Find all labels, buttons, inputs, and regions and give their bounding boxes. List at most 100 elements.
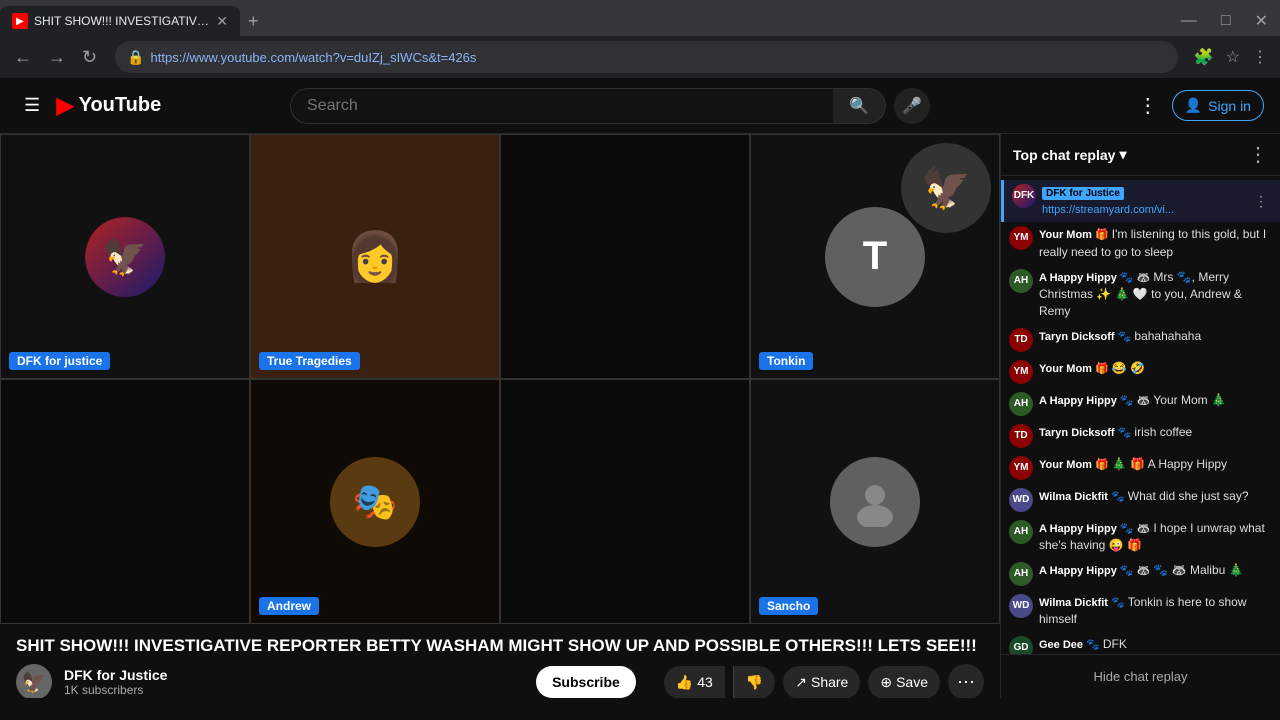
msg-author-8: Your Mom 🎁 xyxy=(1039,459,1112,471)
msg-avatar-5: YM xyxy=(1009,360,1033,384)
sign-in-button[interactable]: 👤 Sign in xyxy=(1172,90,1264,121)
subscribe-button[interactable]: Subscribe xyxy=(536,666,636,698)
msg-link-1[interactable]: https://streamyard.com/vi... xyxy=(1042,204,1174,216)
back-button[interactable]: ← xyxy=(8,41,38,74)
hide-chat-button[interactable]: Hide chat replay xyxy=(1009,663,1272,690)
msg-content-7: Taryn Dicksoff 🐾 irish coffee xyxy=(1039,424,1272,448)
video-title: SHIT SHOW!!! INVESTIGATIVE REPORTER BETT… xyxy=(16,636,984,656)
chat-message-9: WD Wilma Dickfit 🐾 What did she just say… xyxy=(1001,484,1280,516)
new-tab-button[interactable]: + xyxy=(240,11,267,32)
msg-content-11: A Happy Hippy 🐾 🦝 🐾 🦝 Malibu 🎄 xyxy=(1039,562,1272,586)
dfk-name-label: DFK for justice xyxy=(9,352,110,370)
dislike-icon: 👎 xyxy=(746,674,763,691)
msg-avatar-3: AH xyxy=(1009,269,1033,293)
save-label: Save xyxy=(896,674,928,690)
bookmark-button[interactable]: ☆ xyxy=(1222,43,1244,71)
browser-chrome: ▶ SHIT SHOW!!! INVESTIGATIVE R... ✕ + — … xyxy=(0,0,1280,78)
chat-message-4: TD Taryn Dicksoff 🐾 bahahahaha xyxy=(1001,324,1280,356)
channel-info: DFK for Justice 1K subscribers xyxy=(64,667,524,697)
window-close-button[interactable]: ✕ xyxy=(1243,3,1280,39)
msg-content-9: Wilma Dickfit 🐾 What did she just say? xyxy=(1039,488,1272,512)
andrew-avatar: 🎭 xyxy=(330,457,420,547)
msg-avatar-2: YM xyxy=(1009,226,1033,250)
participant-andrew: 🎭 Andrew xyxy=(250,379,500,624)
participant-dfk: 🦅 DFK for justice xyxy=(0,134,250,379)
tab-close-button[interactable]: ✕ xyxy=(216,13,228,30)
msg-text-8: 🎄 🎁 A Happy Hippy xyxy=(1112,457,1227,471)
participant-empty-1 xyxy=(500,134,750,379)
msg-more-button-1[interactable]: ⋮ xyxy=(1250,184,1272,218)
dislike-button[interactable]: 👎 xyxy=(733,666,775,699)
main-content: 🦅 DFK for justice 👩 True Tragedies xyxy=(0,134,1280,698)
search-button[interactable]: 🔍 xyxy=(833,88,886,124)
chat-message-8: YM Your Mom 🎁 🎄 🎁 A Happy Hippy xyxy=(1001,452,1280,484)
url-text: https://www.youtube.com/watch?v=duIZj_sI… xyxy=(151,50,1166,65)
msg-avatar-9: WD xyxy=(1009,488,1033,512)
msg-content-5: Your Mom 🎁 😂 🤣 xyxy=(1039,360,1272,384)
url-bar[interactable]: 🔒 https://www.youtube.com/watch?v=duIZj_… xyxy=(115,41,1178,73)
msg-content-2: Your Mom 🎁 I'm listening to this gold, b… xyxy=(1039,226,1272,260)
share-label: Share xyxy=(811,674,848,690)
video-player-inner: 🦅 DFK for justice 👩 True Tragedies xyxy=(0,134,1000,624)
msg-avatar-4: TD xyxy=(1009,328,1033,352)
like-button[interactable]: 👍 43 xyxy=(664,666,725,699)
msg-text-13: DFK xyxy=(1103,637,1127,651)
header-right: ⋮ 👤 Sign in xyxy=(1132,87,1264,124)
participant-true-tragedies: 👩 True Tragedies xyxy=(250,134,500,379)
share-icon: ↗ xyxy=(795,674,807,691)
msg-author-3: A Happy Hippy 🐾 🦝 xyxy=(1039,272,1153,284)
msg-avatar-13: GD xyxy=(1009,636,1033,654)
chat-message-10: AH A Happy Hippy 🐾 🦝 I hope I unwrap wha… xyxy=(1001,516,1280,558)
msg-author-9: Wilma Dickfit 🐾 xyxy=(1039,491,1128,503)
like-count: 43 xyxy=(697,674,713,690)
sancho-name-label: Sancho xyxy=(759,597,818,615)
share-button[interactable]: ↗ Share xyxy=(783,666,860,699)
forward-button[interactable]: → xyxy=(42,41,72,74)
like-icon: 👍 xyxy=(676,674,693,691)
youtube-header: ☰ ▶ YouTube 🔍 🎤 ⋮ 👤 Sign in xyxy=(0,78,1280,134)
active-tab[interactable]: ▶ SHIT SHOW!!! INVESTIGATIVE R... ✕ xyxy=(0,6,240,36)
chat-message-3: AH A Happy Hippy 🐾 🦝 Mrs 🐾, Merry Christ… xyxy=(1001,265,1280,324)
nav-bar: ← → ↻ 🔒 https://www.youtube.com/watch?v=… xyxy=(0,36,1280,78)
window-maximize-button[interactable]: □ xyxy=(1209,3,1243,39)
msg-content-8: Your Mom 🎁 🎄 🎁 A Happy Hippy xyxy=(1039,456,1272,480)
search-input[interactable] xyxy=(290,88,833,124)
channel-name: DFK for Justice xyxy=(64,667,524,683)
msg-content-1: DFK for Justice https://streamyard.com/v… xyxy=(1042,184,1244,218)
refresh-button[interactable]: ↻ xyxy=(76,41,103,74)
chat-more-button[interactable]: ⋮ xyxy=(1248,142,1268,167)
msg-text-4: bahahahaha xyxy=(1134,329,1201,343)
more-actions-button[interactable]: ⋯ xyxy=(948,664,984,698)
chat-message-6: AH A Happy Hippy 🐾 🦝 Your Mom 🎄 xyxy=(1001,388,1280,420)
chat-message-11: AH A Happy Hippy 🐾 🦝 🐾 🦝 Malibu 🎄 xyxy=(1001,558,1280,590)
save-button[interactable]: ⊕ Save xyxy=(868,666,940,699)
signin-label: Sign in xyxy=(1208,98,1251,114)
msg-avatar-1: DFK xyxy=(1012,184,1036,208)
msg-author-5: Your Mom 🎁 xyxy=(1039,363,1112,375)
chat-message-7: TD Taryn Dicksoff 🐾 irish coffee xyxy=(1001,420,1280,452)
tonkin-avatar: T xyxy=(825,207,925,307)
voice-search-button[interactable]: 🎤 xyxy=(894,88,930,124)
participant-empty-3 xyxy=(500,379,750,624)
chat-title-button[interactable]: Top chat replay ▾ xyxy=(1013,146,1126,163)
chat-header: Top chat replay ▾ ⋮ xyxy=(1001,134,1280,176)
msg-content-3: A Happy Hippy 🐾 🦝 Mrs 🐾, Merry Christmas… xyxy=(1039,269,1272,320)
msg-author-7: Taryn Dicksoff 🐾 xyxy=(1039,427,1134,439)
msg-text-9: What did she just say? xyxy=(1128,489,1249,503)
msg-content-10: A Happy Hippy 🐾 🦝 I hope I unwrap what s… xyxy=(1039,520,1272,554)
more-button[interactable]: ⋮ xyxy=(1248,43,1272,71)
more-options-button[interactable]: ⋮ xyxy=(1132,87,1164,124)
msg-avatar-10: AH xyxy=(1009,520,1033,544)
video-info: SHIT SHOW!!! INVESTIGATIVE REPORTER BETT… xyxy=(0,624,1000,698)
video-player[interactable]: 🦅 DFK for justice 👩 True Tragedies xyxy=(0,134,1000,624)
youtube-logo[interactable]: ▶ YouTube xyxy=(56,91,161,120)
msg-avatar-7: TD xyxy=(1009,424,1033,448)
window-minimize-button[interactable]: — xyxy=(1169,3,1209,39)
extensions-button[interactable]: 🧩 xyxy=(1190,43,1218,71)
hamburger-menu-button[interactable]: ☰ xyxy=(16,87,48,124)
channel-avatar: 🦅 xyxy=(16,664,52,698)
participant-sancho: Sancho xyxy=(750,379,1000,624)
msg-badge-1: DFK for Justice xyxy=(1042,187,1124,200)
msg-avatar-12: WD xyxy=(1009,594,1033,618)
window-controls: — □ ✕ xyxy=(1169,3,1280,39)
